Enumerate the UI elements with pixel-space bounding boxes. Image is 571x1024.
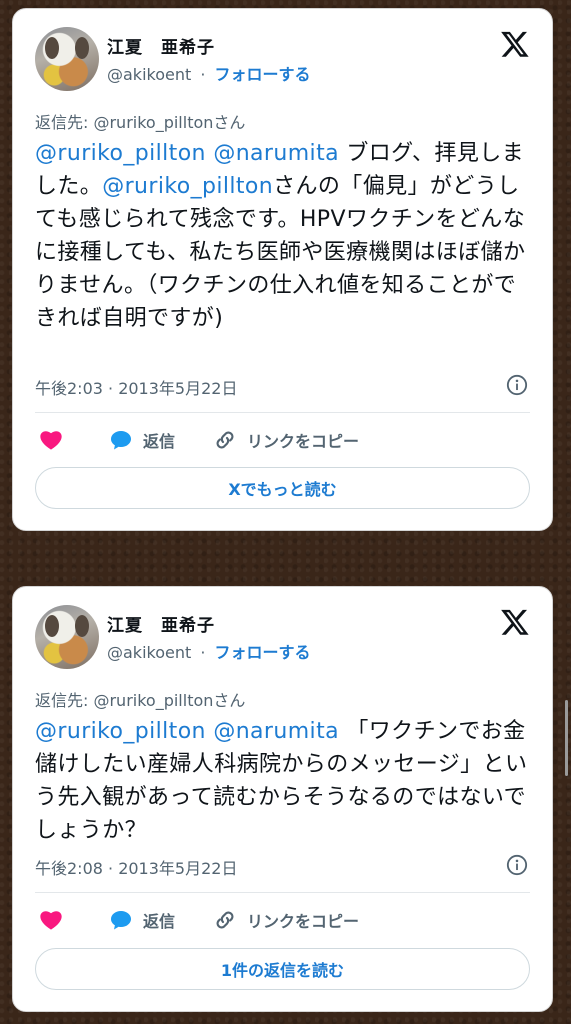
mention-link[interactable]: @ruriko_pillton: [102, 174, 273, 199]
tweet-text: @ruriko_pillton @narumita ブログ、拝見しました。@ru…: [35, 137, 535, 335]
reply-label: 返信: [143, 912, 176, 931]
info-icon[interactable]: [506, 374, 528, 396]
heart-icon: [40, 911, 62, 930]
link-icon: [216, 431, 234, 449]
author-handle-line: @akikoent · フォローする: [107, 61, 311, 85]
scrollbar[interactable]: [565, 700, 568, 776]
divider: [35, 412, 530, 413]
reply-icon: [111, 911, 131, 930]
divider: [35, 892, 530, 893]
read-more-button[interactable]: Xでもっと読む: [35, 467, 530, 509]
like-button[interactable]: [39, 428, 63, 452]
mention-link[interactable]: @narumita: [213, 141, 339, 166]
reply-to-label: 返信先: @ruriko_pilltonさん: [35, 691, 246, 710]
reply-button[interactable]: 返信: [109, 428, 175, 452]
reply-button[interactable]: 返信: [109, 908, 175, 932]
x-logo-icon[interactable]: [500, 29, 530, 59]
separator: ·: [200, 643, 206, 662]
follow-button[interactable]: フォローする: [215, 65, 311, 84]
read-replies-button[interactable]: 1件の返信を読む: [35, 948, 530, 990]
mention-link[interactable]: @narumita: [213, 719, 339, 744]
heart-icon: [40, 431, 62, 450]
author-name[interactable]: 江夏 亜希子: [107, 33, 215, 58]
like-button[interactable]: [39, 908, 63, 932]
author-name[interactable]: 江夏 亜希子: [107, 611, 215, 636]
separator: ·: [200, 65, 206, 84]
reply-to-label: 返信先: @ruriko_pilltonさん: [35, 113, 246, 132]
tweet-card: 江夏 亜希子 @akikoent · フォローする 返信先: @ruriko_p…: [12, 8, 553, 531]
info-icon[interactable]: [506, 854, 528, 876]
reply-icon: [111, 431, 131, 450]
reply-label: 返信: [143, 432, 176, 451]
follow-button[interactable]: フォローする: [215, 643, 311, 662]
avatar[interactable]: [35, 27, 99, 91]
x-logo-icon[interactable]: [500, 607, 530, 637]
copy-link-button[interactable]: リンクをコピー: [213, 428, 359, 452]
tweet-text: @ruriko_pillton @narumita 「ワクチンでお金儲けしたい産…: [35, 715, 535, 847]
mention-link[interactable]: @ruriko_pillton: [35, 719, 206, 744]
avatar[interactable]: [35, 605, 99, 669]
mention-link[interactable]: @ruriko_pillton: [35, 141, 206, 166]
copy-link-button[interactable]: リンクをコピー: [213, 908, 359, 932]
link-icon: [216, 911, 234, 929]
author-handle[interactable]: @akikoent: [107, 65, 191, 84]
copy-link-label: リンクをコピー: [247, 432, 360, 451]
copy-link-label: リンクをコピー: [247, 912, 360, 931]
author-handle[interactable]: @akikoent: [107, 643, 191, 662]
author-handle-line: @akikoent · フォローする: [107, 639, 311, 663]
timestamp[interactable]: 午後2:03 · 2013年5月22日: [35, 375, 237, 399]
tweet-card: 江夏 亜希子 @akikoent · フォローする 返信先: @ruriko_p…: [12, 586, 553, 1012]
timestamp[interactable]: 午後2:08 · 2013年5月22日: [35, 855, 237, 879]
